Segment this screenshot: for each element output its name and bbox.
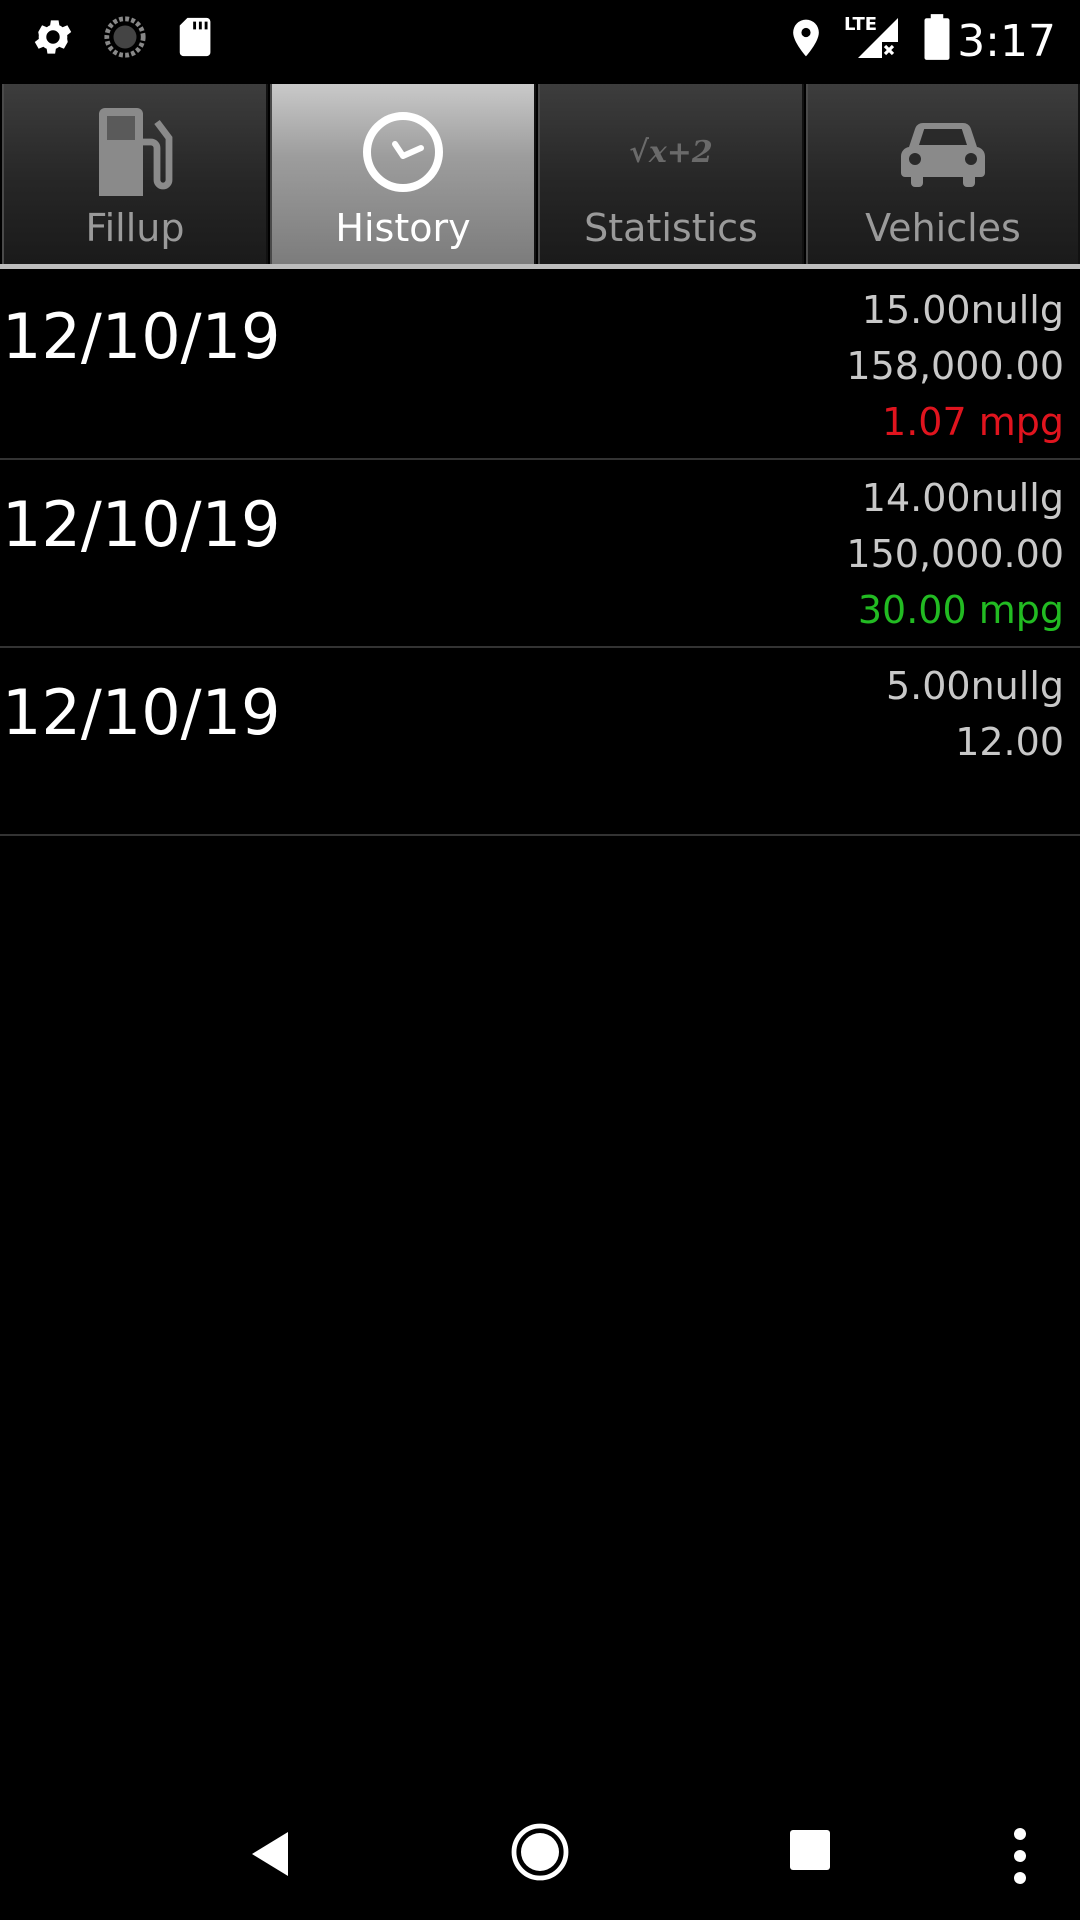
home-icon[interactable] — [510, 1822, 570, 1886]
fillup-values: 15.00nullg 158,000.00 1.07 mpg — [846, 282, 1064, 450]
fillup-gallons: 5.00nullg — [885, 664, 1064, 708]
overflow-menu-icon[interactable] — [1010, 1826, 1030, 1890]
navigation-bar — [0, 1800, 1080, 1920]
tab-label: History — [335, 206, 471, 250]
status-bar: LTE 3:17 — [0, 0, 1080, 84]
tab-bar: Fillup History √x+2 Statistics Vehicles — [0, 84, 1080, 269]
fillup-odometer: 150,000.00 — [846, 532, 1064, 576]
sync-icon — [102, 14, 148, 64]
car-icon — [808, 104, 1078, 200]
location-icon — [784, 14, 828, 66]
network-type-label: LTE — [844, 14, 877, 35]
gear-icon — [30, 14, 76, 64]
recents-icon[interactable] — [790, 1830, 830, 1874]
history-row[interactable]: 12/10/19 5.00nullg 12.00 — [0, 648, 1080, 836]
tab-history[interactable]: History — [270, 84, 536, 264]
tab-statistics[interactable]: √x+2 Statistics — [538, 84, 804, 264]
history-row[interactable]: 12/10/19 15.00nullg 158,000.00 1.07 mpg — [0, 272, 1080, 460]
status-time: 3:17 — [957, 16, 1056, 67]
fillup-odometer: 158,000.00 — [846, 344, 1064, 388]
fillup-values: 5.00nullg 12.00 — [886, 658, 1064, 770]
tab-label: Statistics — [584, 206, 758, 250]
tab-vehicles[interactable]: Vehicles — [806, 84, 1080, 264]
fillup-gallons: 14.00nullg — [861, 476, 1064, 520]
signal-icon: LTE — [842, 10, 902, 66]
fillup-odometer: 12.00 — [955, 720, 1064, 764]
tab-fillup[interactable]: Fillup — [2, 84, 268, 264]
fillup-date: 12/10/19 — [2, 488, 281, 561]
back-icon[interactable] — [248, 1828, 292, 1884]
fillup-values: 14.00nullg 150,000.00 30.00 mpg — [846, 470, 1064, 638]
fillup-mpg: 1.07 mpg — [882, 400, 1064, 444]
clock-icon — [272, 104, 534, 200]
fillup-date: 12/10/19 — [2, 300, 281, 373]
formula-icon: √x+2 — [540, 104, 802, 200]
tab-underline — [0, 264, 1080, 269]
tab-label: Fillup — [85, 206, 185, 250]
sd-card-icon — [174, 14, 220, 64]
fuel-pump-icon — [4, 104, 266, 200]
fillup-gallons: 15.00nullg — [861, 288, 1064, 332]
history-row[interactable]: 12/10/19 14.00nullg 150,000.00 30.00 mpg — [0, 460, 1080, 648]
fillup-date: 12/10/19 — [2, 676, 281, 749]
fillup-mpg: 30.00 mpg — [857, 588, 1064, 632]
history-list: 12/10/19 15.00nullg 158,000.00 1.07 mpg … — [0, 272, 1080, 836]
tab-label: Vehicles — [865, 206, 1021, 250]
battery-icon — [922, 12, 952, 66]
formula-glyph: √x+2 — [629, 134, 713, 170]
